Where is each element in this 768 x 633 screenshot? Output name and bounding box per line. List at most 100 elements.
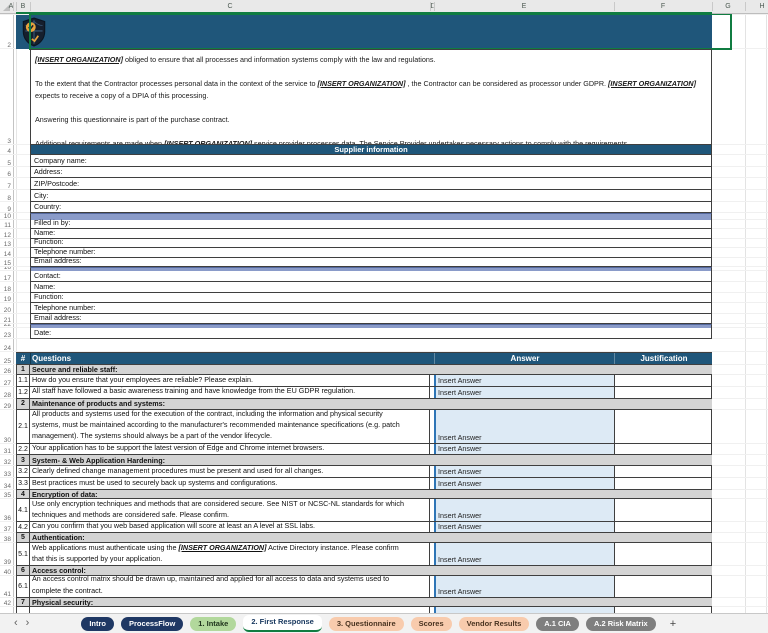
row-header[interactable]: 31 — [0, 444, 13, 456]
justification-cell[interactable] — [614, 499, 712, 521]
question-text-cell[interactable]: An access control matrix should be drawn… — [30, 576, 430, 597]
answer-cell[interactable]: Insert Answer — [434, 375, 614, 386]
answer-cell[interactable]: Insert Answer — [434, 522, 614, 532]
supplier-field-row[interactable]: Email address: — [30, 258, 712, 268]
section-row[interactable]: 7Physical security: — [16, 598, 712, 608]
answer-cell[interactable]: Insert Answer — [434, 576, 614, 597]
supplier-field-row[interactable]: Address: — [30, 167, 712, 179]
row-header[interactable]: 25 — [0, 352, 13, 366]
supplier-field-row[interactable]: Filled in by: — [30, 220, 712, 230]
question-text-cell[interactable]: Can you confirm that you web based appli… — [30, 522, 430, 532]
row-header[interactable]: 13 — [0, 239, 13, 249]
question-number-cell[interactable]: 1.1 — [16, 375, 30, 386]
sheet-tab-3-questionnaire[interactable]: 3. Questionnaire — [329, 617, 404, 631]
row-header[interactable]: 42 — [0, 598, 13, 608]
sheet-tab-intro[interactable]: Intro — [81, 617, 114, 631]
row-header[interactable]: 26 — [0, 365, 13, 375]
sheet-tab-processflow[interactable]: ProcessFlow — [121, 617, 183, 631]
row-header[interactable]: 12 — [0, 229, 13, 239]
question-number-cell[interactable]: 2.1 — [16, 410, 30, 443]
row-header[interactable]: 14 — [0, 248, 13, 258]
column-header-f[interactable]: F — [661, 0, 665, 13]
question-number-cell[interactable]: 3.3 — [16, 478, 30, 489]
section-row[interactable]: 6Access control: — [16, 566, 712, 576]
question-text-cell[interactable]: Use only encryption techniques and metho… — [30, 499, 430, 521]
row-header[interactable]: 9 — [0, 202, 13, 214]
row-header[interactable]: 7 — [0, 178, 13, 190]
section-row[interactable]: 5Authentication: — [16, 533, 712, 544]
sheet-tab-a-2-risk-matrix[interactable]: A.2 Risk Matrix — [586, 617, 656, 631]
row-header[interactable]: 30 — [0, 410, 13, 444]
row-header[interactable]: 27 — [0, 375, 13, 387]
row-header[interactable]: 2 — [0, 15, 13, 49]
supplier-field-row[interactable]: Name: — [30, 229, 712, 239]
column-header-b[interactable]: B — [21, 0, 26, 13]
sheet-tab-scores[interactable]: Scores — [411, 617, 452, 631]
question-number-cell[interactable]: 1.2 — [16, 387, 30, 398]
question-number-cell[interactable]: 5.1 — [16, 543, 30, 565]
question-number-cell[interactable]: 4.1 — [16, 499, 30, 521]
question-text-cell[interactable]: How do you ensure that your employees ar… — [30, 375, 430, 386]
question-text-cell[interactable]: Best practices must be used to securely … — [30, 478, 430, 489]
row-header[interactable]: 28 — [0, 387, 13, 399]
prev-sheet-arrow-icon[interactable]: ‹ — [14, 618, 18, 629]
question-text-cell[interactable]: Web applications must authenticate using… — [30, 543, 430, 565]
supplier-field-row[interactable]: Function: — [30, 239, 712, 249]
question-number-cell[interactable]: 3.2 — [16, 466, 30, 477]
supplier-field-row[interactable]: City: — [30, 190, 712, 202]
row-header[interactable]: 4 — [0, 145, 13, 155]
answer-cell[interactable]: Insert Answer — [434, 410, 614, 443]
answer-cell[interactable]: Insert Answer — [434, 543, 614, 565]
title-banner[interactable] — [16, 15, 712, 49]
add-sheet-button[interactable]: + — [670, 618, 676, 630]
sheet-tab-2-first-response[interactable]: 2. First Response — [243, 615, 322, 632]
row-header[interactable]: 20 — [0, 303, 13, 314]
row-header[interactable]: 24 — [0, 339, 13, 352]
column-header-strip[interactable]: ABCDEFGH — [0, 0, 768, 14]
justification-cell[interactable] — [614, 466, 712, 477]
column-header-c[interactable]: C — [227, 0, 232, 13]
row-header[interactable]: 38 — [0, 533, 13, 544]
question-text-cell[interactable]: All staff have followed a basic awarenes… — [30, 387, 430, 398]
row-header[interactable]: 32 — [0, 455, 13, 466]
column-header-e[interactable]: E — [522, 0, 527, 13]
supplier-field-row[interactable]: ZIP/Postcode: — [30, 178, 712, 190]
row-header[interactable]: 19 — [0, 293, 13, 304]
sheet-tab-1-intake[interactable]: 1. Intake — [190, 617, 236, 631]
justification-cell[interactable] — [614, 543, 712, 565]
answer-cell[interactable]: Insert Answer — [434, 499, 614, 521]
justification-cell[interactable] — [614, 576, 712, 597]
justification-cell[interactable] — [614, 387, 712, 398]
row-header[interactable]: 36 — [0, 499, 13, 522]
row-header[interactable]: 11 — [0, 220, 13, 230]
section-row[interactable]: 1Secure and reliable staff: — [16, 365, 712, 375]
row-header[interactable]: 3 — [0, 49, 13, 146]
justification-cell[interactable] — [614, 444, 712, 455]
row-header[interactable]: 35 — [0, 490, 13, 500]
justification-cell[interactable] — [614, 478, 712, 489]
question-number-cell[interactable]: 2.2 — [16, 444, 30, 455]
supplier-field-row[interactable]: Name: — [30, 282, 712, 293]
worksheet-grid[interactable]: 23[INSERT ORGANIZATION] obliged to ensur… — [0, 13, 768, 613]
answer-cell[interactable]: Insert Answer — [434, 478, 614, 489]
row-header[interactable]: 39 — [0, 543, 13, 566]
section-row[interactable]: 4Encryption of data: — [16, 490, 712, 500]
row-header[interactable]: 17 — [0, 271, 13, 282]
row-header[interactable]: 5 — [0, 155, 13, 167]
supplier-field-row[interactable]: Date: — [30, 328, 712, 339]
supplier-field-row[interactable]: Country: — [30, 202, 712, 214]
row-header[interactable]: 15 — [0, 258, 13, 268]
supplier-field-row[interactable]: Telephone number: — [30, 303, 712, 314]
question-text-cell[interactable]: Your application has to be support the l… — [30, 444, 430, 455]
row-header[interactable]: 34 — [0, 478, 13, 490]
answer-cell[interactable]: Insert Answer — [434, 444, 614, 455]
row-header[interactable]: 18 — [0, 282, 13, 293]
supplier-field-row[interactable]: Function: — [30, 293, 712, 304]
row-header[interactable]: 33 — [0, 466, 13, 478]
justification-cell[interactable] — [614, 375, 712, 386]
intro-text-cell[interactable]: [INSERT ORGANIZATION] obliged to ensure … — [30, 49, 712, 146]
supplier-field-row[interactable]: Company name: — [30, 155, 712, 167]
question-text-cell[interactable]: Clearly defined change management proced… — [30, 466, 430, 477]
sheet-tab-vendor-results[interactable]: Vendor Results — [459, 617, 530, 631]
supplier-field-row[interactable]: Email address: — [30, 314, 712, 325]
